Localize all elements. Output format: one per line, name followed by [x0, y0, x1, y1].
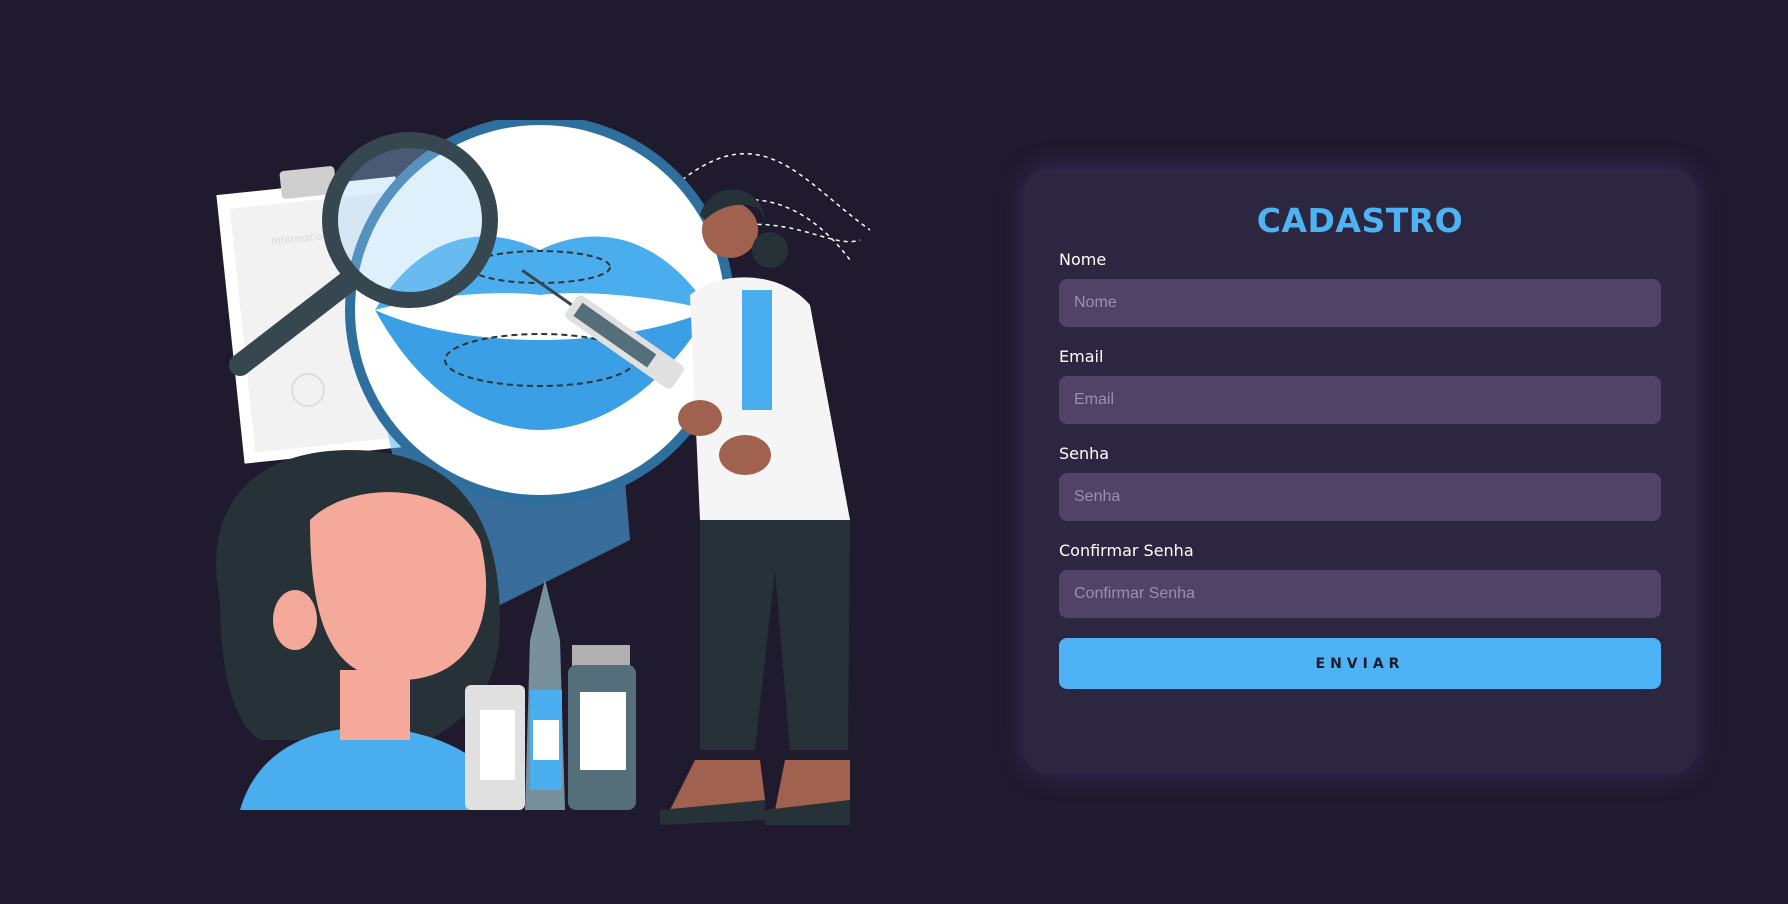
submit-button[interactable]: ENVIAR: [1059, 638, 1661, 689]
password-field-group: Senha: [1059, 444, 1661, 521]
name-field-group: Nome: [1059, 250, 1661, 327]
password-input[interactable]: [1059, 473, 1661, 521]
password-label: Senha: [1059, 444, 1110, 463]
email-field-group: Email: [1059, 347, 1661, 424]
confirm-password-input[interactable]: [1059, 570, 1661, 618]
email-label: Email: [1059, 347, 1104, 366]
signup-form-card: CADASTRO Nome Email Senha Confirmar Senh…: [1024, 169, 1696, 773]
name-input[interactable]: [1059, 279, 1661, 327]
name-label: Nome: [1059, 250, 1107, 269]
form-title: CADASTRO: [1256, 201, 1464, 240]
hero-illustration: Information: [200, 120, 900, 840]
confirm-password-label: Confirmar Senha: [1059, 541, 1194, 560]
confirm-password-field-group: Confirmar Senha: [1059, 541, 1661, 618]
email-input[interactable]: [1059, 376, 1661, 424]
